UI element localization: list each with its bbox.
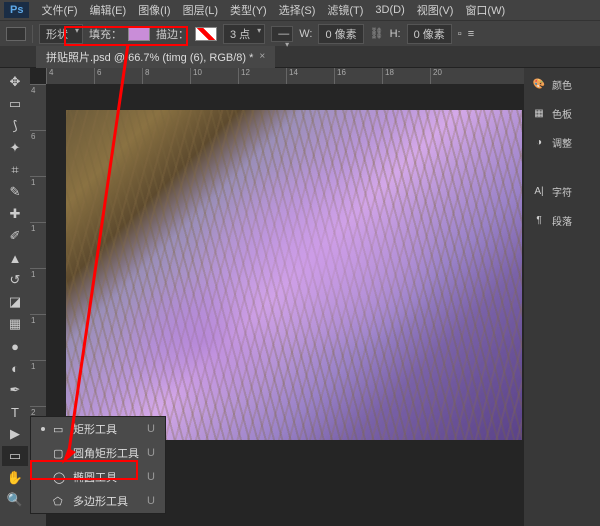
eyedropper-tool-icon[interactable]: ✎ (2, 182, 28, 202)
wand-tool-icon[interactable]: ✦ (2, 138, 28, 158)
canvas-image[interactable] (66, 110, 522, 440)
menu-edit[interactable]: 编辑(E) (84, 2, 133, 18)
zoom-tool-icon[interactable]: 🔍 (2, 490, 28, 510)
app-logo: Ps (4, 2, 29, 18)
menu-view[interactable]: 视图(V) (411, 2, 460, 18)
close-tab-icon[interactable]: × (259, 51, 265, 62)
menu-layer[interactable]: 图层(L) (177, 2, 224, 18)
ellipse-icon: ◯ (53, 471, 65, 483)
panel-paragraph[interactable]: ¶段落 (528, 210, 596, 231)
document-tab-bar: 拼贴照片.psd @ 66.7% (timg (6), RGB/8) * × (0, 46, 600, 68)
rect-icon: ▭ (53, 423, 65, 435)
stroke-label: 描边： (156, 26, 189, 42)
adjust-icon: ◑ (532, 137, 546, 148)
document-tab[interactable]: 拼贴照片.psd @ 66.7% (timg (6), RGB/8) * × (36, 46, 275, 68)
path-select-icon[interactable]: ▶ (2, 424, 28, 444)
polygon-icon: ⬠ (53, 495, 65, 507)
type-tool-icon[interactable]: T (2, 402, 28, 422)
dodge-tool-icon[interactable]: ◐ (2, 358, 28, 378)
menu-3d[interactable]: 3D(D) (369, 4, 410, 16)
path-ops-icon[interactable]: ▫ (458, 28, 462, 40)
ruler-horizontal: 46 810 1214 1618 20 (46, 68, 524, 84)
crop-tool-icon[interactable]: ⌗ (2, 160, 28, 180)
document-title: 拼贴照片.psd @ 66.7% (timg (6), RGB/8) * (46, 49, 253, 65)
panel-character[interactable]: A|字符 (528, 181, 596, 202)
height-label: H: (390, 28, 401, 40)
eraser-tool-icon[interactable]: ◪ (2, 292, 28, 312)
flyout-ellipse[interactable]: ◯ 椭圆工具U (31, 465, 165, 489)
character-icon: A| (532, 186, 546, 197)
tool-preset-icon[interactable] (6, 27, 26, 41)
width-input[interactable]: 0 像素 (318, 24, 363, 44)
blur-tool-icon[interactable]: ● (2, 336, 28, 356)
flyout-rounded-rect[interactable]: ▢ 圆角矩形工具U (31, 441, 165, 465)
rounded-rect-icon: ▢ (53, 447, 65, 459)
stroke-style-dropdown[interactable]: — (271, 26, 293, 42)
stroke-color-swatch[interactable] (195, 27, 217, 41)
width-label: W: (299, 28, 312, 40)
menu-type[interactable]: 类型(Y) (224, 2, 273, 18)
hand-tool-icon[interactable]: ✋ (2, 468, 28, 488)
shape-mode-dropdown[interactable]: 形状 (39, 24, 83, 44)
paragraph-icon: ¶ (532, 215, 546, 226)
menu-image[interactable]: 图像(I) (132, 2, 176, 18)
gradient-tool-icon[interactable]: ▦ (2, 314, 28, 334)
history-brush-icon[interactable]: ↺ (2, 270, 28, 290)
move-tool-icon[interactable]: ✥ (2, 72, 28, 92)
fill-label: 填充： (89, 26, 122, 42)
brush-tool-icon[interactable]: ✐ (2, 226, 28, 246)
heal-tool-icon[interactable]: ✚ (2, 204, 28, 224)
flyout-rect[interactable]: ▭ 矩形工具U (31, 417, 165, 441)
swatches-icon: ▦ (532, 108, 546, 119)
menu-bar: Ps 文件(F) 编辑(E) 图像(I) 图层(L) 类型(Y) 选择(S) 滤… (0, 0, 600, 20)
menu-file[interactable]: 文件(F) (35, 2, 83, 18)
panel-adjust[interactable]: ◑调整 (528, 132, 596, 153)
align-icon[interactable]: ≡ (468, 28, 474, 40)
stamp-tool-icon[interactable]: ▲ (2, 248, 28, 268)
menu-window[interactable]: 窗口(W) (459, 2, 511, 18)
shape-tool-icon[interactable]: ▭ (2, 446, 28, 466)
menu-filter[interactable]: 滤镜(T) (321, 2, 369, 18)
palette-icon: 🎨 (532, 79, 546, 90)
panel-swatches[interactable]: ▦色板 (528, 103, 596, 124)
pen-tool-icon[interactable]: ✒ (2, 380, 28, 400)
tools-panel: ✥ ▭ ⟆ ✦ ⌗ ✎ ✚ ✐ ▲ ↺ ◪ ▦ ● ◐ ✒ T ▶ ▭ ✋ 🔍 (0, 68, 30, 526)
flyout-polygon[interactable]: ⬠ 多边形工具U (31, 489, 165, 513)
stroke-width-dropdown[interactable]: 3 点 (223, 24, 265, 44)
lasso-tool-icon[interactable]: ⟆ (2, 116, 28, 136)
options-bar: 形状 填充： 描边： 3 点 — W: 0 像素 ⛓ H: 0 像素 ▫ ≡ (0, 20, 600, 46)
right-dock: 🎨颜色 ▦色板 ◑调整 A|字符 ¶段落 (524, 68, 600, 526)
marquee-tool-icon[interactable]: ▭ (2, 94, 28, 114)
fill-color-swatch[interactable] (128, 27, 150, 41)
shape-tool-flyout: ▭ 矩形工具U ▢ 圆角矩形工具U ◯ 椭圆工具U ⬠ 多边形工具U (30, 416, 166, 514)
height-input[interactable]: 0 像素 (407, 24, 452, 44)
link-wh-icon[interactable]: ⛓ (370, 27, 384, 40)
panel-color[interactable]: 🎨颜色 (528, 74, 596, 95)
menu-select[interactable]: 选择(S) (273, 2, 322, 18)
